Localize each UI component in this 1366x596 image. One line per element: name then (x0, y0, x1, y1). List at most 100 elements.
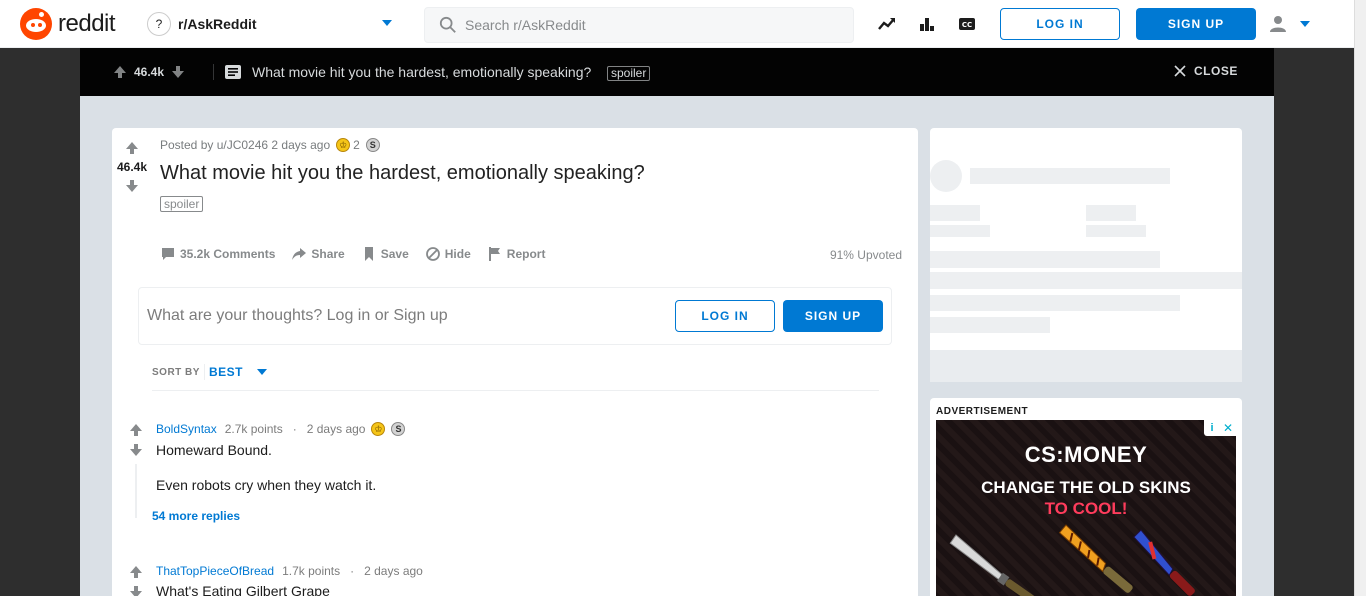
popular-icon[interactable] (917, 14, 937, 34)
downvote-icon[interactable] (128, 442, 144, 458)
spoiler-tag: spoiler (160, 196, 204, 212)
comment: ThatTopPieceOfBread 1.7k points · 2 days… (128, 564, 888, 596)
flag-icon (488, 247, 500, 261)
ad-close-icon[interactable]: ✕ (1220, 420, 1236, 436)
post-score: 46.4k (116, 160, 148, 174)
post-meta: Posted by u/JC0246 2 days ago ♔ 2 S (160, 138, 380, 152)
upvote-icon[interactable] (128, 564, 144, 580)
user-icon (1270, 16, 1286, 32)
sort-label: SORT BY (152, 366, 200, 378)
downvote-icon[interactable] (170, 64, 186, 80)
page-scrollbar[interactable] (1354, 0, 1366, 596)
comment-points: 1.7k points (282, 564, 341, 578)
closed-captions-icon[interactable]: CC (957, 14, 977, 34)
advertisement-card: ADVERTISEMENT CS:MONEY CHANGE THE OLD SK… (930, 398, 1242, 596)
comment-time: 2 days ago (306, 422, 366, 436)
upvote-ratio: 91% Upvoted (829, 248, 902, 262)
post-overlay: 46.4k What movie hit you the hardest, em… (80, 48, 1274, 596)
share-button[interactable]: Share (291, 246, 345, 262)
logo-text: reddit (58, 10, 116, 37)
comment-login-button[interactable]: LOG IN (675, 300, 775, 332)
comment-time: 2 days ago (364, 564, 423, 578)
report-label: Report (506, 247, 546, 261)
downvote-icon[interactable] (128, 584, 144, 596)
chevron-down-icon (1300, 21, 1310, 27)
ad-brand: CS:MONEY (1024, 442, 1148, 467)
search-input[interactable] (465, 17, 825, 33)
sort-dropdown[interactable]: SORT BY BEST (152, 364, 267, 380)
save-label: Save (380, 247, 409, 261)
comment: BoldSyntax 2.7k points · 2 days ago ♔ S … (128, 422, 888, 532)
comment-header: BoldSyntax 2.7k points · 2 days ago ♔ S (156, 422, 406, 436)
reddit-logo[interactable]: reddit (20, 8, 116, 40)
ad-info-icon[interactable]: i (1204, 420, 1220, 436)
comment-body-line: Homeward Bound. (156, 442, 272, 458)
trending-icon[interactable] (877, 14, 897, 34)
header-signup-button[interactable]: SIGN UP (1136, 8, 1256, 40)
close-icon (1174, 65, 1186, 77)
search-bar[interactable] (424, 7, 854, 43)
ad-headline: CHANGE THE OLD SKINS (981, 478, 1191, 497)
comment-body-line: Even robots cry when they watch it. (156, 477, 377, 493)
skeleton-footer (930, 350, 1242, 382)
sticky-spoiler-tag: spoiler (607, 66, 651, 81)
subreddit-name: r/AskReddit (178, 16, 257, 32)
top-header: reddit ? r/AskReddit CC LOG IN SIGN UP (0, 0, 1354, 48)
comments-button[interactable]: 35.2k Comments (160, 246, 275, 262)
comments-label: 35.2k Comments (180, 247, 276, 261)
comment-points: 2.7k points (224, 422, 283, 436)
divider (152, 390, 879, 391)
comment-author[interactable]: ThatTopPieceOfBread (156, 564, 274, 578)
gold-award-icon: ♔ (336, 138, 351, 152)
silver-award-icon: S (365, 138, 380, 152)
post-vote-column: 46.4k (116, 140, 148, 194)
comment-signup-button[interactable]: SIGN UP (783, 300, 883, 332)
chevron-down-icon (256, 369, 267, 375)
award-count: 2 (353, 138, 360, 152)
report-button[interactable]: Report (487, 246, 546, 262)
chevron-down-icon (382, 20, 392, 26)
share-label: Share (311, 247, 345, 261)
sticky-score: 46.4k (134, 65, 165, 79)
close-label: CLOSE (1194, 64, 1238, 78)
sort-value: BEST (208, 365, 243, 379)
comment-body-line: What's Eating Gilbert Grape (156, 583, 330, 596)
subreddit-switcher[interactable]: ? r/AskReddit (140, 8, 398, 40)
knife-image (949, 524, 1195, 596)
silver-award-icon: S (391, 422, 406, 436)
comment-icon (162, 248, 174, 260)
comment-prompt-text: What are your thoughts? Log in or Sign u… (147, 307, 448, 324)
hide-label: Hide (444, 247, 471, 261)
ad-label: ADVERTISEMENT (936, 406, 1029, 417)
thread-line[interactable] (135, 464, 137, 518)
close-button[interactable]: CLOSE (1174, 64, 1238, 78)
upvote-icon[interactable] (112, 64, 128, 80)
hide-icon (425, 247, 440, 261)
upvote-icon[interactable] (128, 422, 144, 438)
search-icon (439, 16, 456, 33)
post-title: What movie hit you the hardest, emotiona… (160, 162, 645, 184)
sticky-post-bar: 46.4k What movie hit you the hardest, em… (80, 48, 1274, 96)
gold-award-icon: ♔ (371, 422, 386, 436)
sticky-post-title: What movie hit you the hardest, emotiona… (252, 64, 592, 80)
save-button[interactable]: Save (361, 246, 409, 262)
post-actions: 35.2k Comments Share Save Hide Report (160, 246, 561, 262)
share-icon (292, 248, 307, 260)
svg-text:CC: CC (962, 21, 972, 29)
comment-prompt-box: What are your thoughts? Log in or Sign u… (138, 287, 892, 345)
user-menu[interactable] (1262, 12, 1318, 36)
header-login-button[interactable]: LOG IN (1000, 8, 1120, 40)
hide-button[interactable]: Hide (425, 246, 471, 262)
comment-header: ThatTopPieceOfBread 1.7k points · 2 days… (156, 564, 423, 578)
more-replies-link[interactable]: 54 more replies (152, 509, 240, 523)
ad-banner[interactable]: CS:MONEY CHANGE THE OLD SKINS TO COOL! i… (936, 420, 1236, 596)
post-meta-text: Posted by u/JC0246 2 days ago (160, 138, 331, 152)
subreddit-icon: ? (147, 12, 171, 36)
post-text-icon (225, 65, 241, 79)
upvote-icon[interactable] (124, 140, 140, 156)
comment-author[interactable]: BoldSyntax (156, 422, 217, 436)
downvote-icon[interactable] (124, 178, 140, 194)
ad-headline-accent: TO COOL! (1044, 499, 1128, 518)
reddit-snoo-icon (20, 8, 52, 40)
community-info-skeleton (930, 128, 1242, 382)
